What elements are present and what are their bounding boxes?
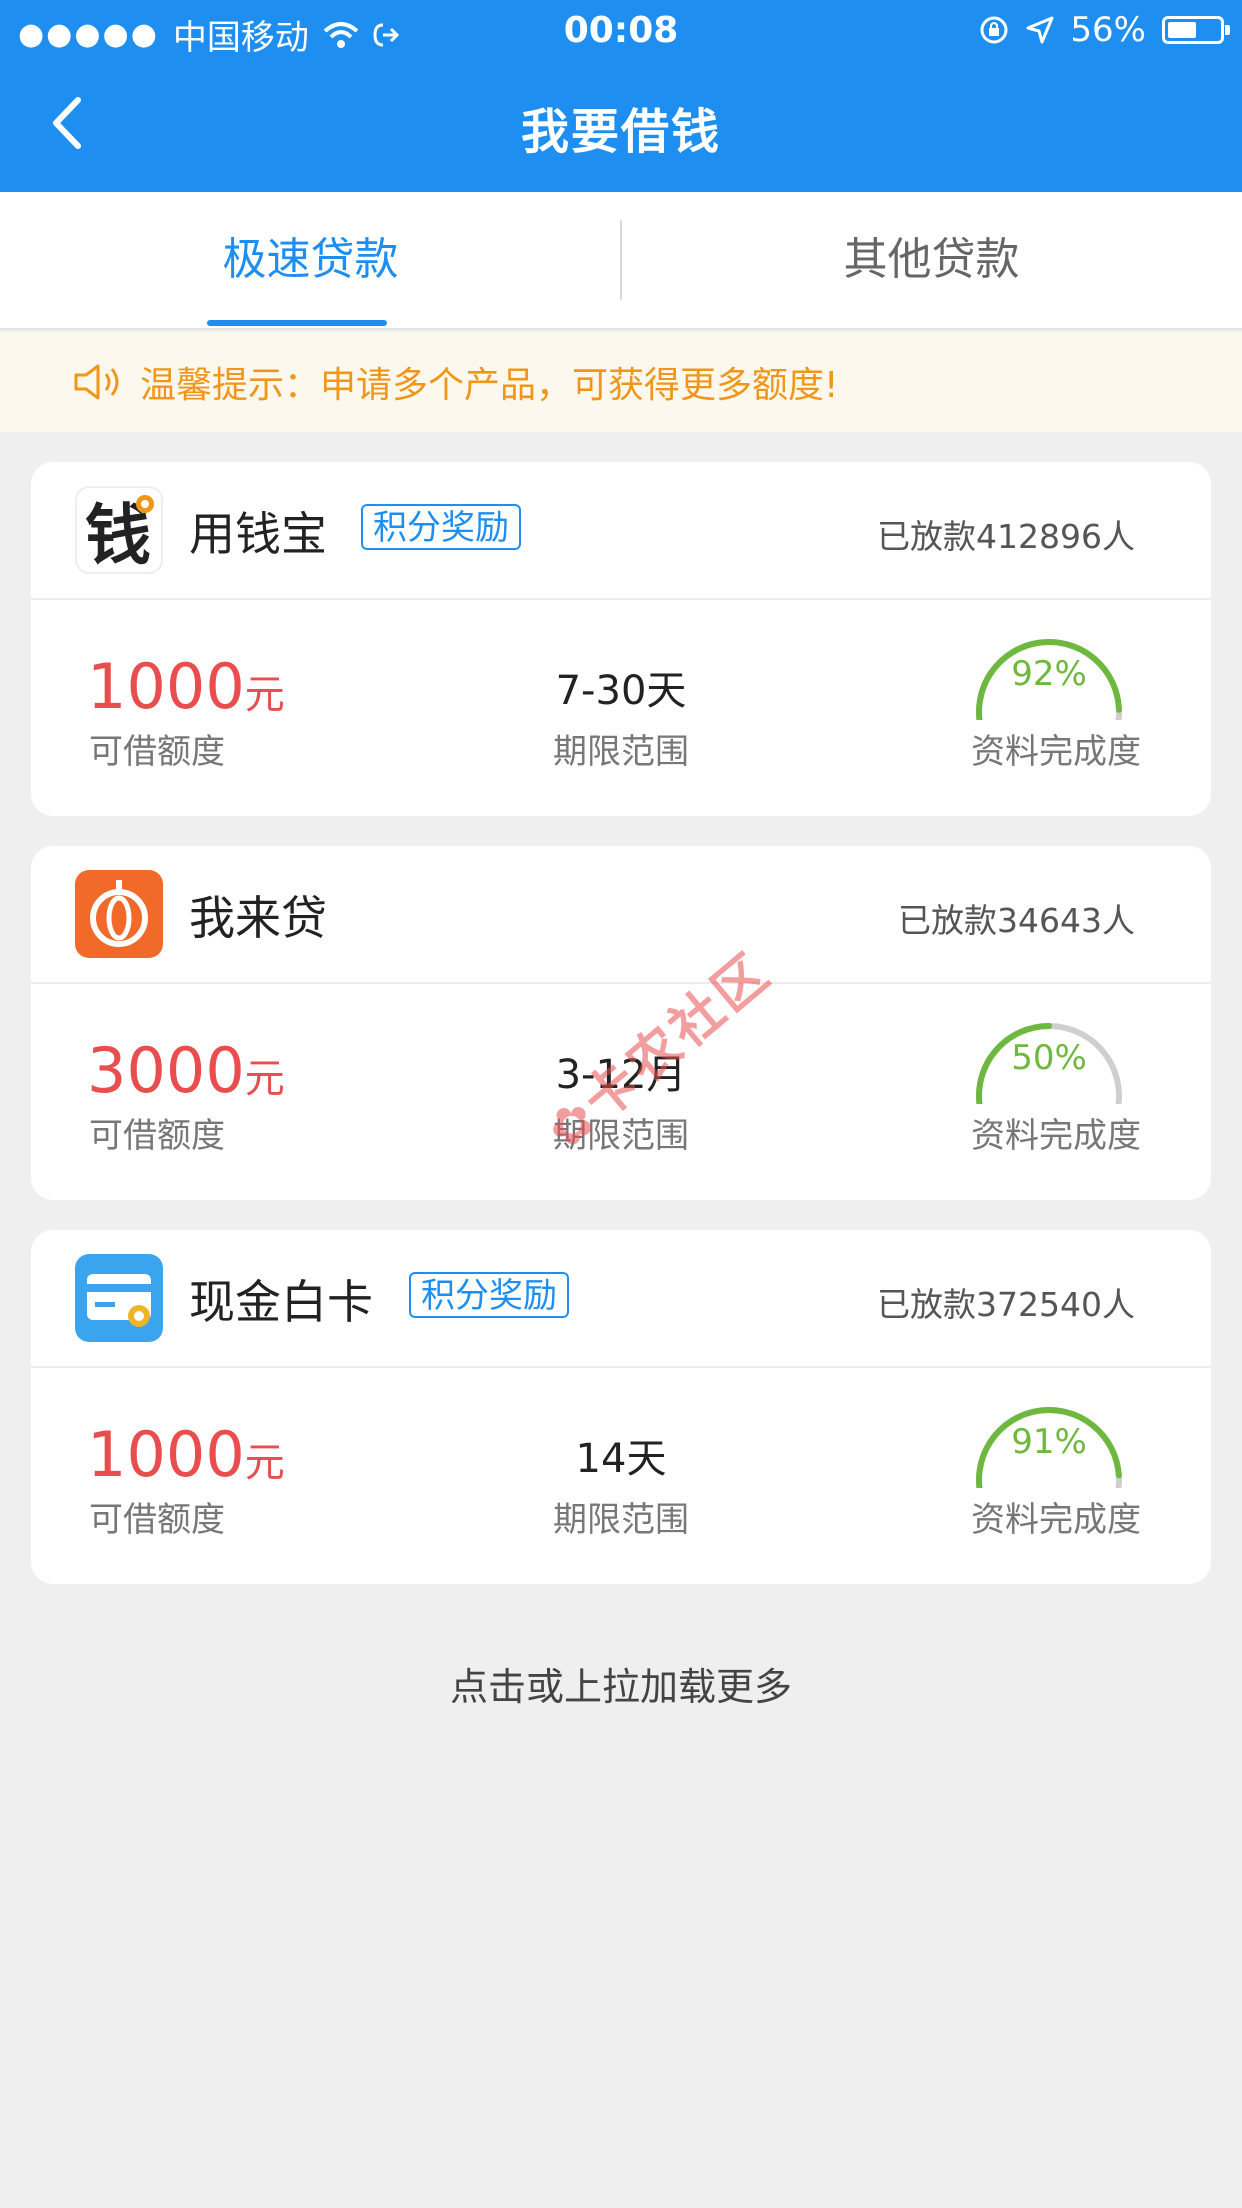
- top-bar: ●●●●● 中国移动 00:08 56% 我要借钱: [0, 0, 1242, 192]
- card-logo-icon: [75, 1254, 163, 1342]
- product-card-header: 我来贷 已放款34643人: [31, 846, 1211, 984]
- battery-icon: [1162, 16, 1230, 44]
- rotation-lock-icon: [980, 16, 1008, 44]
- product-card[interactable]: 钱 用钱宝 积分奖励 已放款412896人 1000元 可借额度 7-30天 期…: [31, 462, 1211, 816]
- completion-percent: 50%: [1011, 1038, 1087, 1078]
- completion-percent: 92%: [1011, 654, 1087, 694]
- product-card-header: 现金白卡 积分奖励 已放款372540人: [31, 1230, 1211, 1368]
- load-more-button[interactable]: 点击或上拉加载更多: [0, 1656, 1242, 1711]
- product-name: 用钱宝: [189, 507, 327, 561]
- product-card[interactable]: 现金白卡 积分奖励 已放款372540人 1000元 可借额度 14天 期限范围…: [31, 1230, 1211, 1584]
- tab-other-loan[interactable]: 其他贷款: [621, 192, 1242, 328]
- tip-banner: 温馨提示：申请多个产品，可获得更多额度!: [0, 332, 1242, 432]
- points-reward-badge[interactable]: 积分奖励: [409, 1272, 569, 1318]
- speaker-icon: [74, 364, 119, 400]
- page-title: 我要借钱: [520, 104, 721, 160]
- tab-express-loan[interactable]: 极速贷款: [0, 192, 621, 328]
- lent-count: 已放款412896人: [877, 517, 1135, 556]
- lent-count: 已放款34643人: [898, 901, 1135, 940]
- completion-percent: 91%: [1011, 1422, 1087, 1462]
- wolaidai-logo-icon: [75, 870, 163, 958]
- points-reward-badge[interactable]: 积分奖励: [361, 504, 521, 550]
- product-name: 现金白卡: [189, 1275, 373, 1329]
- product-card[interactable]: 我来贷 已放款34643人 3000元 可借额度 3-12月 期限范围 50% …: [31, 846, 1211, 1200]
- tab-bar: 极速贷款 其他贷款: [0, 192, 1242, 330]
- tip-text: 温馨提示：申请多个产品，可获得更多额度!: [140, 365, 839, 406]
- status-bar: ●●●●● 中国移动 00:08 56%: [0, 0, 1242, 62]
- location-icon: [1026, 16, 1054, 44]
- product-card-header: 钱 用钱宝 积分奖励 已放款412896人: [31, 462, 1211, 600]
- completion-label: 资料完成度: [971, 1116, 1141, 1156]
- product-name: 我来贷: [189, 891, 327, 945]
- lent-count: 已放款372540人: [877, 1285, 1135, 1324]
- qian-logo-icon: 钱: [75, 486, 163, 574]
- active-tab-indicator: [207, 320, 387, 326]
- completion-label: 资料完成度: [971, 732, 1141, 772]
- completion-label: 资料完成度: [971, 1500, 1141, 1540]
- battery-percent: 56%: [1070, 10, 1146, 50]
